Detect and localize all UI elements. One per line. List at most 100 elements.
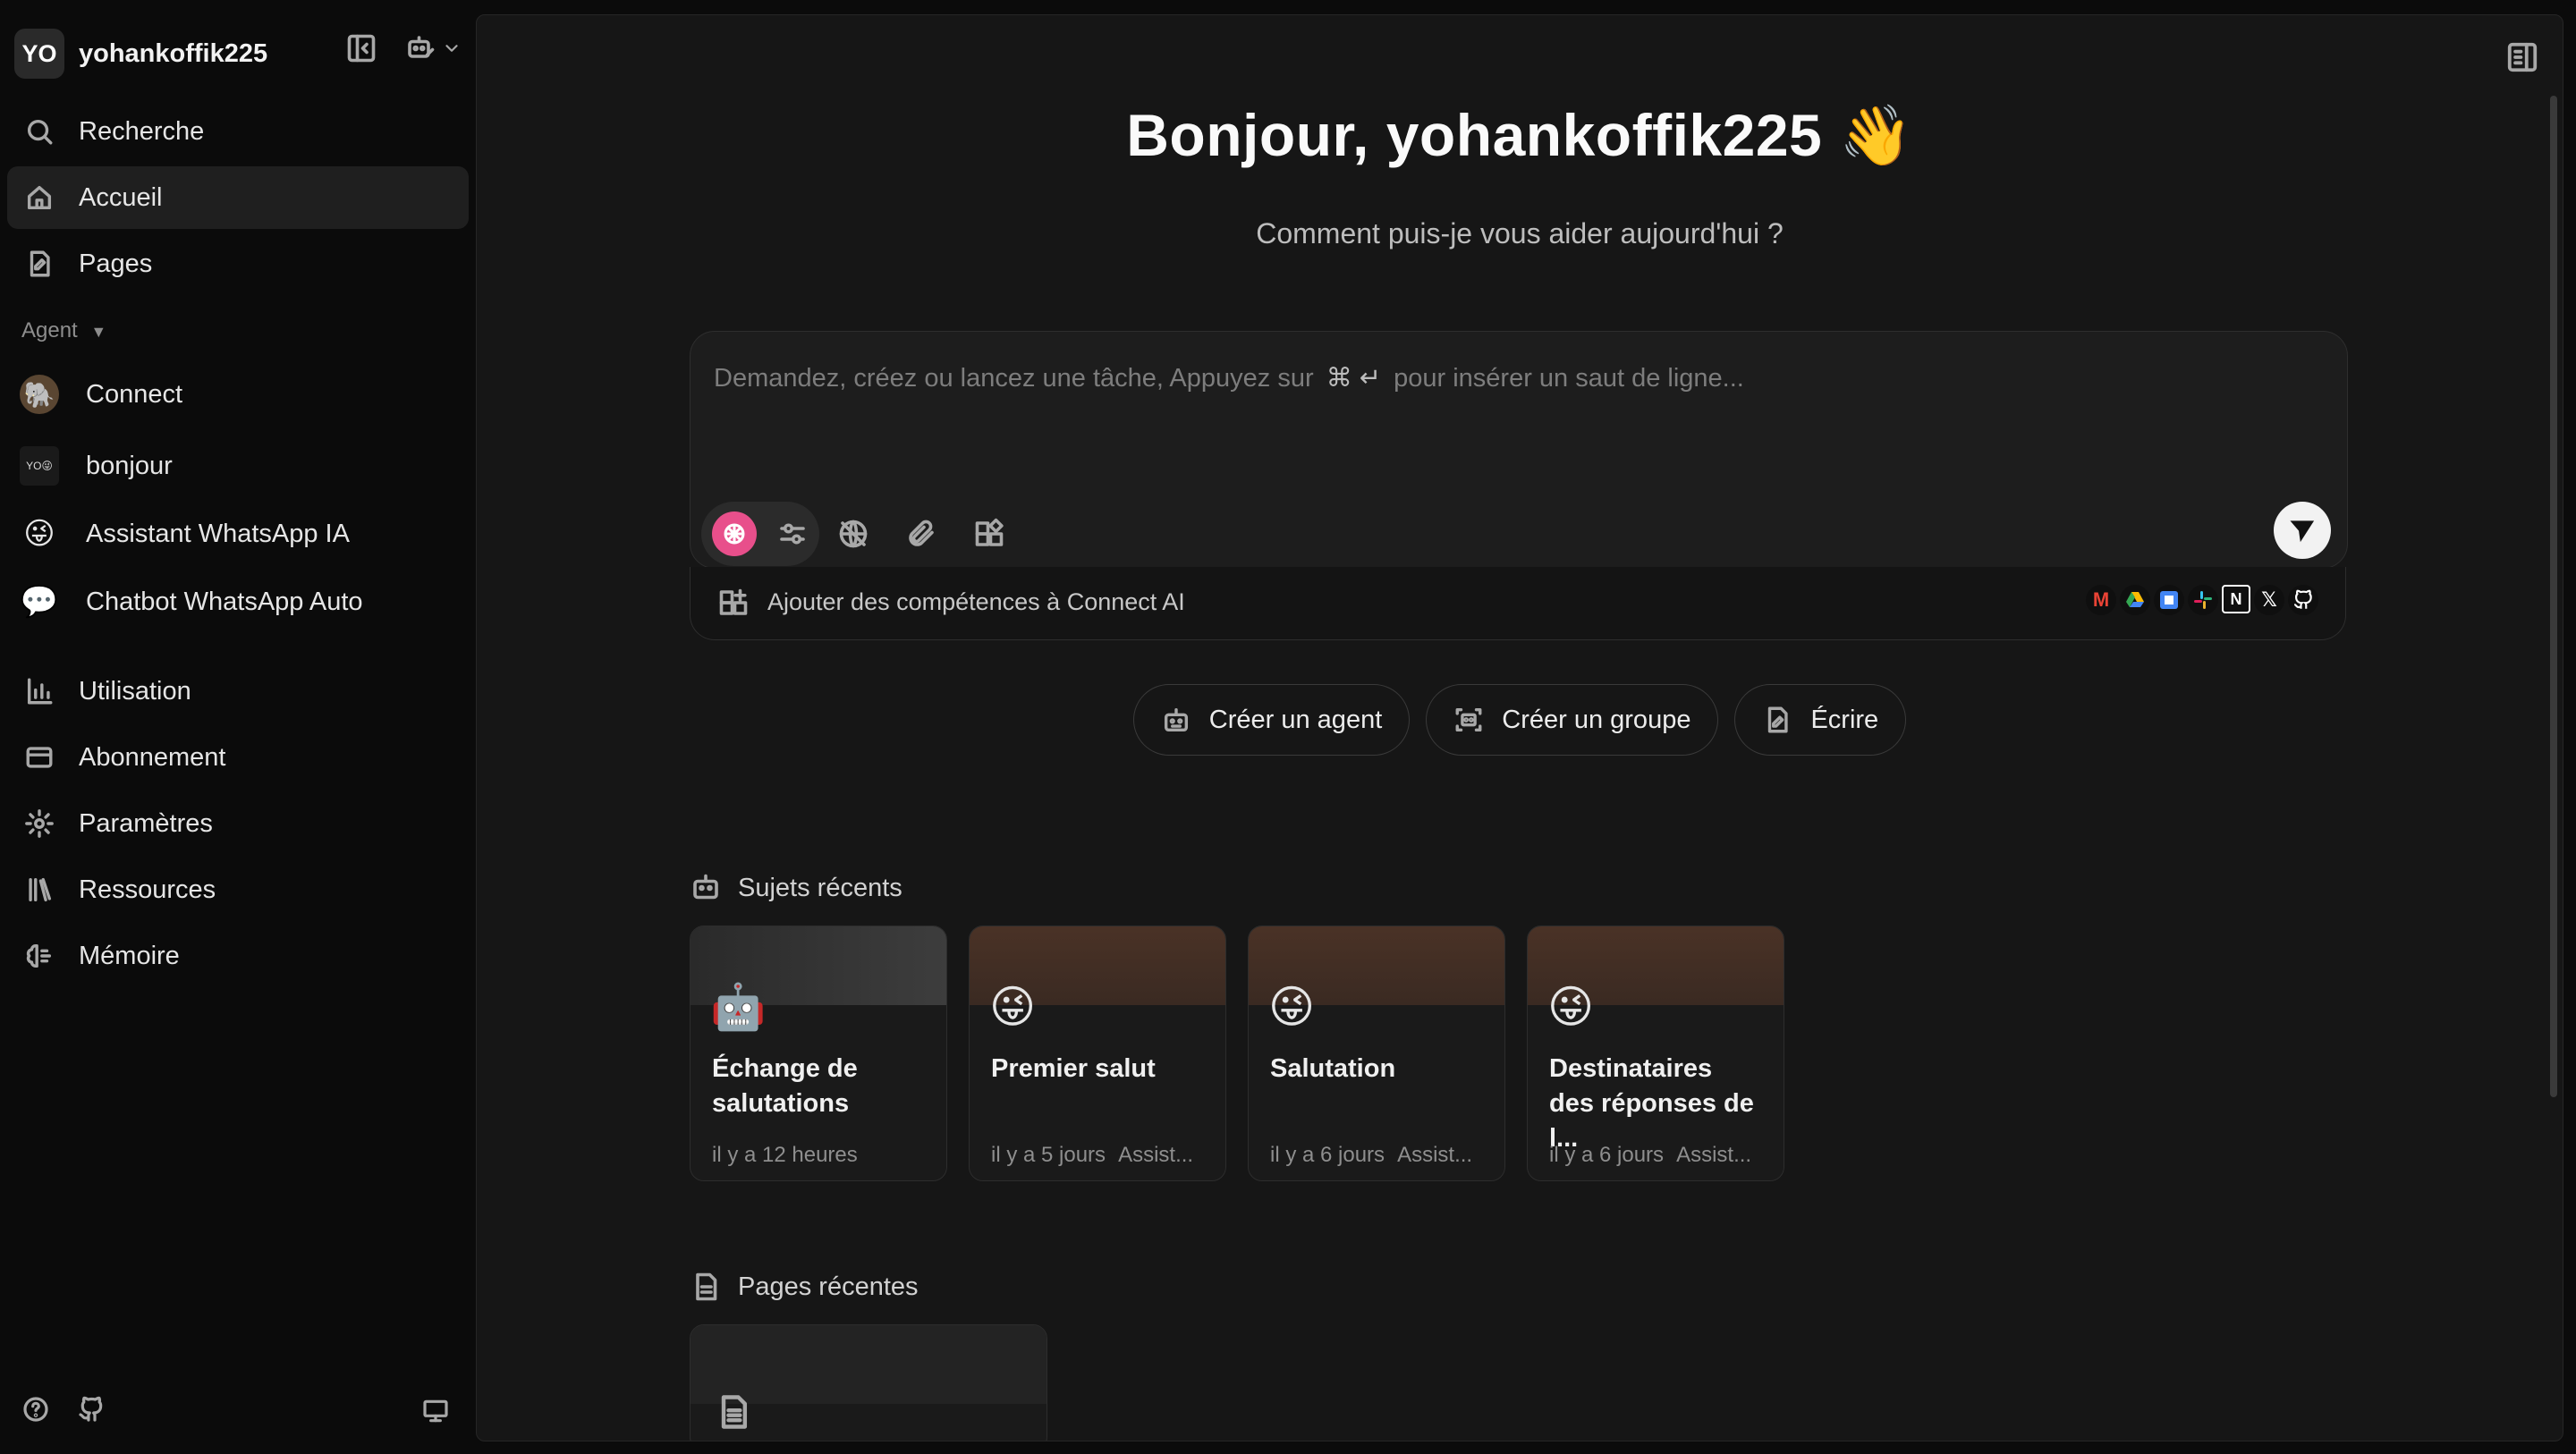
composer-toolbar bbox=[701, 502, 1023, 566]
agent-label: Chatbot WhatsApp Auto bbox=[86, 587, 363, 616]
winking-face-emoji: 😜 bbox=[23, 517, 55, 551]
username[interactable]: yohankoffik225 bbox=[79, 39, 267, 69]
sidebar-item-label: Paramètres bbox=[79, 808, 213, 838]
sidebar-item-label: Recherche bbox=[79, 116, 205, 146]
page-card[interactable] bbox=[690, 1324, 1047, 1441]
new-chat-agent-icon[interactable] bbox=[404, 32, 462, 64]
section-title: Sujets récents bbox=[738, 873, 902, 902]
user-menu[interactable]: YO yohankoffik225 bbox=[14, 27, 462, 80]
document-icon bbox=[690, 1271, 722, 1303]
winking-face-emoji: 😜 bbox=[1547, 982, 1595, 1032]
sidebar-item-label: Accueil bbox=[79, 182, 163, 212]
slack-icon bbox=[2188, 585, 2218, 615]
robot-chat-icon bbox=[690, 872, 722, 904]
topic-title: Salutation bbox=[1270, 1054, 1396, 1083]
skills-label: Ajouter des compétences à Connect AI bbox=[767, 588, 1185, 615]
group-icon bbox=[1453, 705, 1484, 735]
brain-icon bbox=[7, 941, 72, 971]
github-icon bbox=[2288, 585, 2318, 615]
topic-card[interactable]: 😜 Destinataires des réponses de l... il … bbox=[1527, 926, 1784, 1181]
notion-icon: N bbox=[2222, 585, 2250, 613]
chat-composer[interactable]: Demandez, créez ou lancez une tâche, App… bbox=[690, 331, 2348, 569]
create-agent-button[interactable]: Créer un agent bbox=[1132, 684, 1411, 756]
avatar[interactable]: YO bbox=[14, 29, 64, 79]
model-selector[interactable] bbox=[701, 502, 819, 566]
topic-title: Destinataires des réponses de l... bbox=[1549, 1054, 1754, 1153]
topic-agent: Assist... bbox=[1676, 1143, 1752, 1167]
sidebar-item-pages[interactable]: Pages bbox=[7, 232, 469, 295]
sidebar: YO yohankoffik225 Recherche Accueil Page… bbox=[0, 0, 474, 1454]
google-calendar-icon bbox=[2154, 585, 2184, 615]
topic-title: Échange de salutations bbox=[712, 1054, 858, 1118]
speech-bubble-emoji: 💬 bbox=[20, 585, 59, 619]
topic-time: il y a 5 jours bbox=[991, 1143, 1106, 1167]
agent-section-label: Agent bbox=[21, 318, 78, 342]
sliders-icon[interactable] bbox=[776, 518, 809, 550]
sidebar-item-utilisation[interactable]: Utilisation bbox=[7, 660, 469, 723]
create-group-button[interactable]: Créer un groupe bbox=[1426, 684, 1719, 756]
placeholder-text: Demandez, créez ou lancez une tâche, App… bbox=[714, 364, 1314, 393]
main-panel: Bonjour, yohankoffik225 👋 Comment puis-j… bbox=[476, 14, 2563, 1441]
section-title: Pages récentes bbox=[738, 1272, 919, 1301]
x-icon: 𝕏 bbox=[2254, 585, 2284, 615]
topic-time: il y a 12 heures bbox=[712, 1143, 858, 1167]
robot-icon bbox=[1161, 705, 1191, 735]
sidebar-item-ressources[interactable]: Ressources bbox=[7, 858, 469, 921]
topic-meta: il y a 6 jours Assist... bbox=[1549, 1143, 1751, 1168]
add-skills-icon bbox=[717, 587, 750, 619]
topic-card[interactable]: 😜 Premier salut il y a 5 jours Assist... bbox=[969, 926, 1226, 1181]
topic-meta: il y a 6 jours Assist... bbox=[1270, 1143, 1472, 1168]
agent-item-connect[interactable]: 🐘 Connect bbox=[7, 363, 469, 426]
sidebar-item-parametres[interactable]: Paramètres bbox=[7, 792, 469, 855]
sidebar-item-abonnement[interactable]: Abonnement bbox=[7, 726, 469, 789]
bar-chart-icon bbox=[7, 676, 72, 706]
plugins-icon[interactable] bbox=[955, 502, 1023, 566]
shortcut-hint: ⌘ ↵ bbox=[1326, 364, 1382, 393]
recent-topics-list: 🤖 Échange de salutations il y a 12 heure… bbox=[690, 926, 1784, 1181]
sidebar-item-recherche[interactable]: Recherche bbox=[7, 100, 469, 163]
page-title: Bonjour, yohankoffik225 👋 bbox=[1126, 102, 1913, 168]
quick-actions: Créer un agent Créer un groupe Écrire bbox=[477, 684, 2563, 756]
agent-section-toggle[interactable]: Agent ▼ bbox=[21, 318, 106, 343]
agent-item-chatbot-whatsapp[interactable]: 💬 Chatbot WhatsApp Auto bbox=[7, 571, 469, 633]
yo-avatar: YO😜 bbox=[20, 446, 59, 486]
sidebar-item-memoire[interactable]: Mémoire bbox=[7, 925, 469, 987]
topic-time: il y a 6 jours bbox=[1549, 1143, 1665, 1167]
topic-card[interactable]: 😜 Salutation il y a 6 jours Assist... bbox=[1248, 926, 1505, 1181]
gear-icon bbox=[7, 808, 72, 839]
button-label: Écrire bbox=[1810, 705, 1879, 734]
button-label: Créer un groupe bbox=[1502, 705, 1691, 734]
send-icon bbox=[2290, 520, 2315, 543]
sidebar-item-accueil[interactable]: Accueil bbox=[7, 166, 469, 229]
help-icon[interactable] bbox=[21, 1395, 50, 1424]
library-icon bbox=[7, 875, 72, 905]
skills-bar[interactable]: Ajouter des compétences à Connect AI M N… bbox=[690, 567, 2346, 640]
composer-input[interactable]: Demandez, créez ou lancez une tâche, App… bbox=[714, 362, 1744, 393]
github-icon[interactable] bbox=[77, 1395, 106, 1424]
topic-meta: il y a 12 heures bbox=[712, 1143, 858, 1168]
pages-icon bbox=[7, 249, 72, 279]
send-button[interactable] bbox=[2274, 502, 2331, 559]
attachment-icon[interactable] bbox=[887, 502, 955, 566]
page-subtitle: Comment puis-je vous aider aujourd'hui ? bbox=[1256, 217, 1784, 249]
home-icon bbox=[7, 182, 72, 213]
chevron-down-icon bbox=[445, 45, 458, 52]
agent-item-assistant-whatsapp[interactable]: 😜 Assistant WhatsApp IA bbox=[7, 503, 469, 565]
topic-meta: il y a 5 jours Assist... bbox=[991, 1143, 1193, 1168]
sidebar-item-label: Pages bbox=[79, 249, 153, 278]
placeholder-text-end: pour insérer un saut de ligne... bbox=[1394, 364, 1744, 393]
winking-face-emoji: 😜 bbox=[1268, 982, 1316, 1032]
elephant-avatar: 🐘 bbox=[20, 375, 59, 414]
desktop-icon[interactable] bbox=[420, 1397, 451, 1425]
topic-card[interactable]: 🤖 Échange de salutations il y a 12 heure… bbox=[690, 926, 947, 1181]
sidebar-item-label: Mémoire bbox=[79, 941, 180, 970]
layout-toggle-icon[interactable] bbox=[2505, 40, 2539, 74]
collapse-sidebar-icon[interactable] bbox=[345, 32, 377, 64]
sidebar-item-label: Ressources bbox=[79, 875, 216, 904]
sidebar-footer bbox=[21, 1395, 106, 1424]
web-search-off-icon[interactable] bbox=[819, 502, 887, 566]
write-icon bbox=[1762, 705, 1792, 735]
write-button[interactable]: Écrire bbox=[1734, 684, 1907, 756]
caret-down-icon: ▼ bbox=[90, 323, 107, 341]
agent-item-bonjour[interactable]: YO😜 bonjour bbox=[7, 435, 469, 497]
